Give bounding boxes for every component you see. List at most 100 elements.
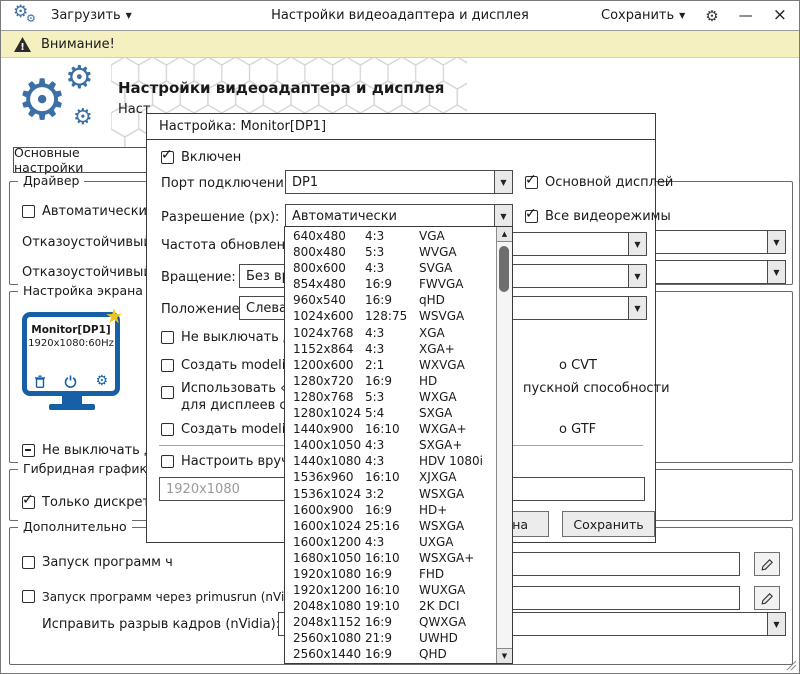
resize-grip[interactable] <box>785 659 797 671</box>
pencil-icon <box>761 558 774 571</box>
resolution-select-value: Автоматически <box>286 205 494 227</box>
resolution-label: Разрешение (px): <box>161 210 279 226</box>
all-modes-checkbox[interactable] <box>525 210 538 223</box>
resolution-option[interactable]: 960x54016:9qHD <box>285 292 496 308</box>
resolution-option[interactable]: 800x4805:3WVGA <box>285 244 496 260</box>
run-programs-checkbox-1[interactable] <box>22 556 35 569</box>
load-menu-button[interactable]: Загрузить ▼ <box>51 8 132 23</box>
gear-icon: ⚙ <box>26 13 36 24</box>
edit-button-1[interactable] <box>754 552 780 576</box>
save-menu-label: Сохранить <box>601 8 674 23</box>
chevron-down-icon: ▼ <box>628 233 646 255</box>
dialog-title-bar[interactable]: Настройка: Monitor[DP1] <box>147 114 655 140</box>
resolution-option[interactable]: 1440x10804:3HDV 1080i <box>285 453 496 469</box>
resolution-option[interactable]: 1920x120016:10WUXGA <box>285 582 496 598</box>
port-select[interactable]: DP1 ▼ <box>285 170 513 194</box>
manual-mode-checkbox[interactable] <box>161 455 174 468</box>
position-label: Положение: <box>161 302 244 318</box>
trash-icon[interactable] <box>34 375 46 388</box>
resolution-option[interactable]: 2560x144016:9QHD <box>285 646 496 662</box>
chevron-down-icon: ▼ <box>126 11 132 20</box>
scroll-down-arrow-icon[interactable]: ▼ <box>497 648 512 663</box>
pencil-icon <box>761 592 774 605</box>
settings-gear-button[interactable]: ⚙ <box>705 7 718 25</box>
monitor-frame: Monitor[DP1] 1920x1080:60Hz ⚙ ★ <box>22 312 120 396</box>
port-select-value: DP1 <box>286 171 494 193</box>
gear-icon: ⚙ <box>17 73 67 129</box>
discrete-only-checkbox[interactable] <box>22 496 35 509</box>
resolution-option[interactable]: 1280x10245:4SXGA <box>285 405 496 421</box>
refresh-rate-label: Частота обновления <box>161 238 301 254</box>
resolution-option[interactable]: 1536x10243:2WSXGA <box>285 486 496 502</box>
modeline-gtf-checkbox[interactable] <box>161 423 174 436</box>
modeline-cvt-checkbox[interactable] <box>161 359 174 372</box>
resolution-list: 640x4804:3VGA800x4805:3WVGA800x6004:3SVG… <box>285 227 496 663</box>
resolution-option[interactable]: 1536x96016:10XJXGA <box>285 469 496 485</box>
monitor-mode: 1920x1080:60Hz <box>27 338 115 349</box>
manual-mode-input-value: 1920x1080 <box>166 482 240 497</box>
resolution-option[interactable]: 1200x6002:1WXVGA <box>285 357 496 373</box>
chevron-down-icon: ▼ <box>767 261 785 283</box>
fix-tearing-label: Исправить разрыв кадров (nVidia): <box>42 617 280 633</box>
resolution-select[interactable]: Автоматически ▼ <box>285 204 513 228</box>
run-programs-label-2: Запуск программ через primusrun (nVidia) <box>42 589 307 605</box>
page-logo-gears: ⚙ ⚙ ⚙ <box>17 61 121 145</box>
resolution-option[interactable]: 854x48016:9FWVGA <box>285 276 496 292</box>
extra-group-legend: Дополнительно <box>18 519 132 534</box>
warning-triangle-icon: ! <box>13 36 32 53</box>
port-label: Порт подключения: <box>161 176 296 192</box>
resolution-option[interactable]: 1400x10504:3SXGA+ <box>285 437 496 453</box>
popup-scrollbar[interactable]: ▲ ▼ <box>496 227 512 663</box>
resolution-option[interactable]: 1024x7684:3XGA <box>285 325 496 341</box>
primary-display-checkbox[interactable] <box>525 176 538 189</box>
resolution-option[interactable]: 1600x12004:3UXGA <box>285 534 496 550</box>
run-programs-checkbox-2[interactable] <box>22 590 35 603</box>
hybrid-group-legend: Гибридная графика <box>18 461 160 476</box>
resolution-option[interactable]: 1440x90016:10WXGA+ <box>285 421 496 437</box>
monitor-stand <box>62 396 82 404</box>
svg-text:!: ! <box>20 41 25 52</box>
power-icon[interactable] <box>64 375 77 388</box>
resolution-option[interactable]: 1024x600128:75WSVGA <box>285 308 496 324</box>
auto-driver-checkbox[interactable] <box>22 205 35 218</box>
save-menu-button[interactable]: Сохранить ▼ <box>601 8 685 23</box>
application-window: ⚙ ⚙ Загрузить ▼ Настройки видеоадаптера … <box>0 0 800 674</box>
modeline-cvt-label-right: о CVT <box>559 358 597 374</box>
warning-text: Внимание! <box>41 37 115 52</box>
resolution-option[interactable]: 1280x72016:9HD <box>285 373 496 389</box>
run-programs-label-1: Запуск программ ч <box>42 555 173 571</box>
resolution-option[interactable]: 1600x102425:16WSXGA <box>285 518 496 534</box>
enabled-checkbox[interactable] <box>161 151 174 164</box>
monitor-name: Monitor[DP1] <box>27 324 115 336</box>
close-button[interactable]: × <box>773 7 787 24</box>
tab-main-settings[interactable]: Основные настройки <box>13 147 149 173</box>
keep-display-on-checkbox[interactable] <box>22 444 35 457</box>
gear-icon: ⚙ <box>73 107 93 129</box>
save-button[interactable]: Сохранить <box>562 511 655 537</box>
chevron-down-icon: ▼ <box>767 231 785 253</box>
scrollbar-thumb[interactable] <box>499 246 509 292</box>
dialog-keep-on-checkbox[interactable] <box>161 331 174 344</box>
title-bar: ⚙ ⚙ Загрузить ▼ Настройки видеоадаптера … <box>1 1 799 31</box>
resolution-option[interactable]: 1280x7685:3WXGA <box>285 389 496 405</box>
resolution-option[interactable]: 1920x108016:9FHD <box>285 566 496 582</box>
keep-display-on-label: Не выключать ди <box>42 443 161 459</box>
monitor-settings-gear-icon[interactable]: ⚙ <box>95 374 108 388</box>
use-cvt-rb-checkbox[interactable] <box>161 386 174 399</box>
monitor-widget[interactable]: Monitor[DP1] 1920x1080:60Hz ⚙ ★ <box>22 312 122 410</box>
resolution-option[interactable]: 2048x108019:102K DCI <box>285 598 496 614</box>
edit-button-2[interactable] <box>754 586 780 610</box>
resolution-option[interactable]: 1680x105016:10WSXGA+ <box>285 550 496 566</box>
resolution-option[interactable]: 640x4804:3VGA <box>285 228 496 244</box>
driver-group-legend: Драйвер <box>18 173 84 188</box>
enabled-label: Включен <box>181 150 241 166</box>
resolution-option[interactable]: 2560x108021:9UWHD <box>285 630 496 646</box>
scroll-up-arrow-icon[interactable]: ▲ <box>497 227 512 242</box>
resolution-option[interactable]: 800x6004:3SVGA <box>285 260 496 276</box>
chevron-down-icon: ▼ <box>628 297 646 319</box>
monitor-base <box>49 404 95 410</box>
minimize-button[interactable]: — <box>739 8 753 24</box>
resolution-option[interactable]: 1600x90016:9HD+ <box>285 502 496 518</box>
resolution-option[interactable]: 1152x8644:3XGA+ <box>285 341 496 357</box>
resolution-option[interactable]: 2048x115216:9QWXGA <box>285 614 496 630</box>
